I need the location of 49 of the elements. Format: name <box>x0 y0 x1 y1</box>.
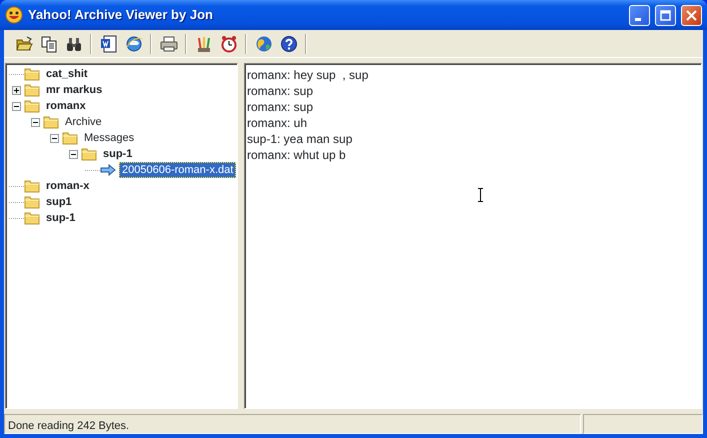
folder-icon <box>62 131 78 145</box>
status-text: Done reading 242 Bytes. <box>4 414 581 434</box>
alarm-clock-icon <box>220 34 238 52</box>
document-icon <box>100 34 118 52</box>
text-cursor-icon <box>477 188 484 202</box>
close-icon <box>686 10 697 20</box>
folder-icon <box>81 147 97 161</box>
folder-icon <box>24 67 40 81</box>
smiley-icon <box>5 6 23 24</box>
collapse-toggle[interactable] <box>31 118 40 126</box>
folder-icon <box>24 83 40 97</box>
folder-item[interactable]: cat_shit <box>43 66 91 82</box>
message-line: sup-1: yea man sup <box>247 131 354 147</box>
message-line: romanx: sup <box>247 99 314 115</box>
folder-icon <box>43 115 59 129</box>
folder-item[interactable]: roman-x <box>43 178 92 194</box>
collapse-toggle[interactable] <box>69 150 78 158</box>
expand-toggle[interactable] <box>12 86 21 94</box>
folder-item[interactable]: Archive <box>62 114 105 130</box>
folder-item[interactable]: Messages <box>81 130 138 146</box>
globe-icon <box>254 34 272 52</box>
minimize-button[interactable] <box>629 4 650 26</box>
maximize-button[interactable] <box>655 4 676 26</box>
message-line: romanx: uh <box>247 115 308 131</box>
message-line: romanx: hey sup , sup <box>247 67 370 83</box>
collapse-toggle[interactable] <box>50 134 59 142</box>
help-icon <box>280 34 298 52</box>
collapse-toggle[interactable] <box>12 102 21 110</box>
browser-icon <box>124 34 142 52</box>
copy-icon <box>40 34 58 52</box>
folder-item[interactable]: sup-1 <box>43 210 78 226</box>
folder-item[interactable]: sup1 <box>43 194 75 210</box>
minimize-icon <box>635 18 641 20</box>
folder-icon <box>24 99 40 113</box>
folder-item[interactable]: mr markus <box>43 82 106 98</box>
maximize-icon <box>660 10 671 20</box>
folder-item[interactable]: romanx <box>43 98 89 114</box>
arrow-icon <box>100 164 116 176</box>
printer-icon <box>160 34 178 52</box>
folder-icon <box>24 195 40 209</box>
file-item[interactable]: 20050606-roman-x.dat <box>119 162 236 178</box>
window-title: Yahoo! Archive Viewer by Jon <box>28 6 214 24</box>
folder-icon <box>24 211 40 225</box>
message-line: romanx: sup <box>247 83 314 99</box>
close-button[interactable] <box>681 4 702 26</box>
message-line: romanx: whut up b <box>247 147 347 163</box>
open-folder-icon <box>14 34 32 52</box>
folder-icon <box>24 179 40 193</box>
folder-item[interactable]: sup-1 <box>100 146 136 162</box>
